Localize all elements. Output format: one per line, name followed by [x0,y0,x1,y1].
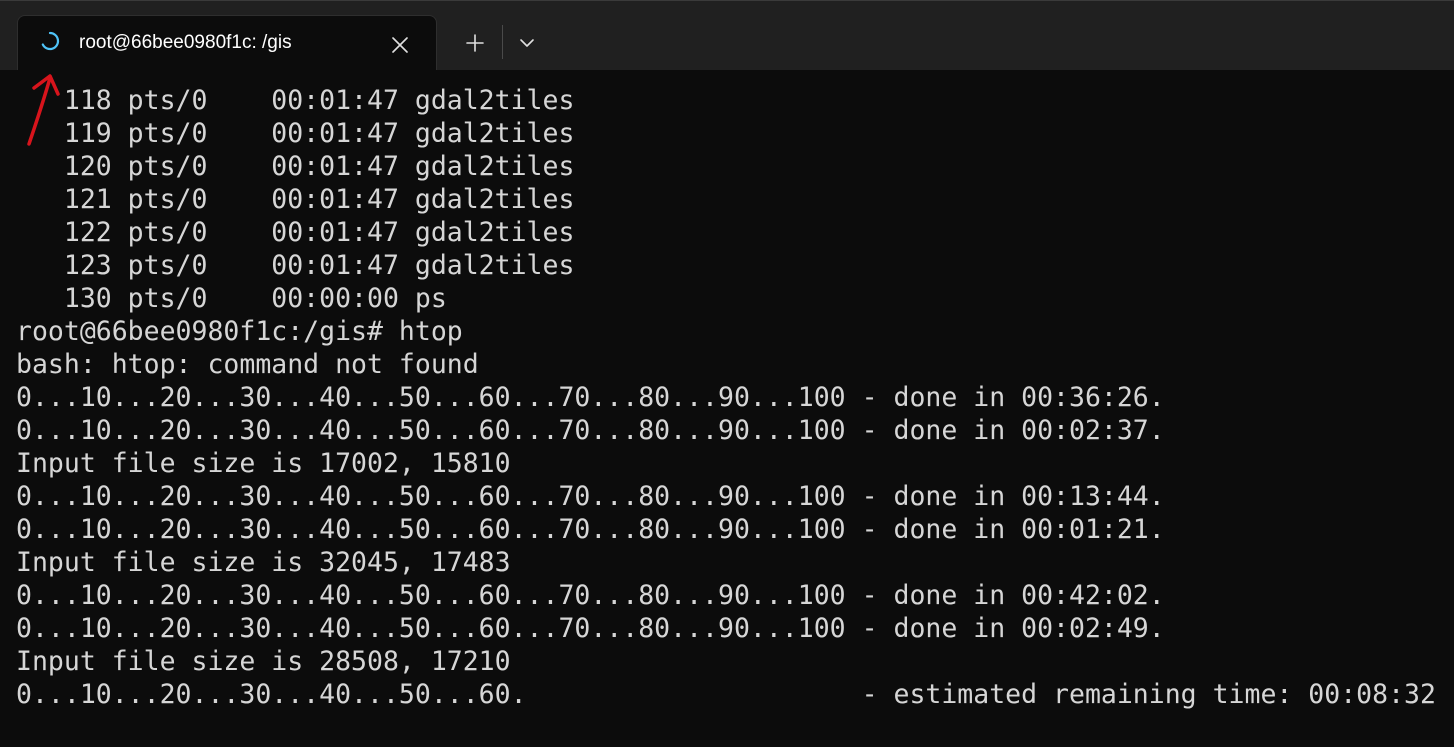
terminal-line: bash: htop: command not found [16,349,479,380]
terminal-line: 118 pts/0 00:01:47 gdal2tiles [16,85,575,116]
red-arrow-annotation [27,74,60,146]
terminal-line: 122 pts/0 00:01:47 gdal2tiles [16,217,575,248]
terminal-line: Input file size is 32045, 17483 [16,547,511,578]
terminal-line: 0...10...20...30...40...50...60...70...8… [16,514,1165,545]
terminal-line: 121 pts/0 00:01:47 gdal2tiles [16,184,575,215]
tab-dropdown-button[interactable] [510,28,544,58]
tab-close-button[interactable] [386,31,414,59]
terminal-line: 0...10...20...30...40...50...60...70...8… [16,415,1165,446]
terminal-line: 0...10...20...30...40...50...60...70...8… [16,613,1165,644]
terminal-line: 123 pts/0 00:01:47 gdal2tiles [16,250,575,281]
terminal-line: 120 pts/0 00:01:47 gdal2tiles [16,151,575,182]
tab-title: root@66bee0980f1c: /gis [79,32,292,53]
terminal-line: 0...10...20...30...40...50...60. - estim… [16,679,1436,710]
loading-spinner-icon [41,31,60,51]
terminal-line: 130 pts/0 00:00:00 ps [16,283,447,314]
terminal-line: Input file size is 17002, 15810 [16,448,511,479]
terminal-line: root@66bee0980f1c:/gis# htop [16,316,463,347]
plus-icon [466,34,484,52]
close-icon [392,37,408,53]
terminal-line: 0...10...20...30...40...50...60...70...8… [16,580,1165,611]
title-bar: root@66bee0980f1c: /gis [0,0,1454,72]
terminal-line: Input file size is 28508, 17210 [16,646,511,677]
chevron-down-icon [520,39,534,47]
terminal-line: 119 pts/0 00:01:47 gdal2tiles [16,118,575,149]
terminal-line: 0...10...20...30...40...50...60...70...8… [16,382,1165,413]
new-tab-button[interactable] [458,28,492,58]
terminal-line: 0...10...20...30...40...50...60...70...8… [16,481,1165,512]
terminal-tab[interactable]: root@66bee0980f1c: /gis [17,15,437,72]
terminal-window: root@66bee0980f1c: /gis 118 pts/0 00:01:… [0,0,1454,747]
terminal-output[interactable]: 118 pts/0 00:01:47 gdal2tiles 119 pts/0 … [0,70,1454,747]
titlebar-divider [502,25,503,59]
